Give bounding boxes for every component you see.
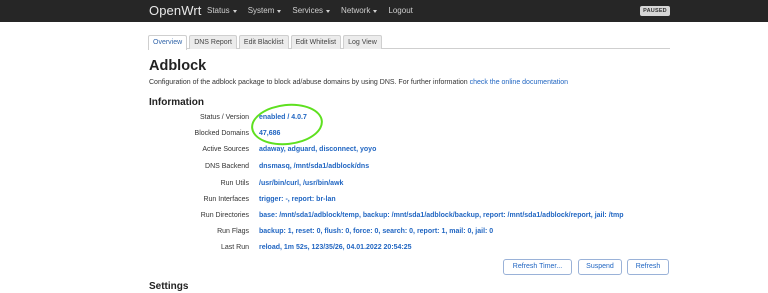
info-label-status-version: Status / Version [199,114,249,121]
tab-edit-whitelist[interactable]: Edit Whitelist [290,35,342,49]
top-navbar: OpenWrt Status System Services Network L… [0,0,768,22]
info-label-run-directories: Run Directories [200,212,249,219]
info-value-run-directories: base: /mnt/sda1/adblock/temp, backup: /m… [259,212,624,219]
tab-overview[interactable]: Overview [148,35,188,50]
page-description: Configuration of the adblock package to … [149,79,568,86]
menu-system[interactable]: System [248,6,282,15]
info-label-run-utils: Run Utils [220,180,249,187]
settings-heading: Settings [149,281,189,292]
menu-services-label: Services [292,6,324,15]
page-title: Adblock [149,58,207,74]
info-value-dns-backend: dnsmasq, /mnt/sda1/adblock/dns [259,163,370,170]
info-value-run-interfaces: trigger: -, report: br-lan [259,196,336,203]
main-menu: Status System Services Network Logout [207,6,424,15]
tab-dns-report[interactable]: DNS Report [189,35,237,49]
info-label-active-sources: Active Sources [202,146,249,153]
menu-status[interactable]: Status [207,6,237,15]
refresh-timer-button[interactable]: Refresh Timer... [503,259,572,275]
menu-services[interactable]: Services [292,6,331,15]
refresh-button[interactable]: Refresh [627,259,669,275]
tab-edit-blacklist[interactable]: Edit Blacklist [238,35,289,49]
suspend-button[interactable]: Suspend [578,259,622,275]
caret-down-icon [373,9,378,13]
tab-log-view[interactable]: Log View [343,35,382,49]
page-description-text: Configuration of the adblock package to … [149,79,470,86]
info-value-run-flags: backup: 1, reset: 0, flush: 0, force: 0,… [259,228,494,235]
info-label-run-interfaces: Run Interfaces [203,196,249,203]
caret-down-icon [232,9,237,13]
menu-logout-label: Logout [388,6,413,15]
documentation-link[interactable]: check the online documentation [470,79,568,86]
info-label-dns-backend: DNS Backend [205,163,249,170]
tab-bar: Overview DNS Report Edit Blacklist Edit … [148,35,670,50]
paused-badge: PAUSED [640,6,670,16]
info-label-last-run: Last Run [220,244,249,251]
caret-down-icon [277,9,282,13]
info-value-last-run: reload, 1m 52s, 123/35/26, 04.01.2022 20… [259,244,412,251]
brand-logo[interactable]: OpenWrt [149,3,201,18]
info-label-run-flags: Run Flags [217,228,249,235]
caret-down-icon [326,9,331,13]
info-label-blocked-domains: Blocked Domains [194,130,249,137]
menu-system-label: System [247,6,275,15]
menu-logout[interactable]: Logout [388,6,412,15]
menu-network-label: Network [341,6,371,15]
menu-status-label: Status [207,6,230,15]
info-value-active-sources: adaway, adguard, disconnect, yoyo [259,146,377,153]
information-heading: Information [149,97,204,108]
info-value-run-utils: /usr/bin/curl, /usr/bin/awk [259,180,344,187]
highlight-circle [249,100,325,149]
menu-network[interactable]: Network [341,6,378,15]
